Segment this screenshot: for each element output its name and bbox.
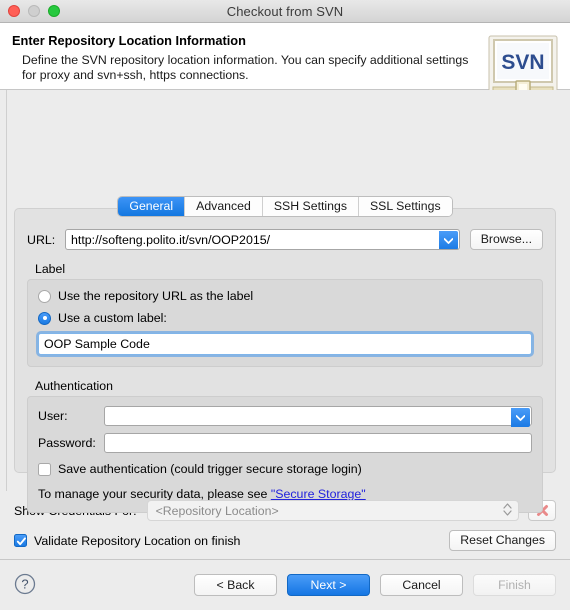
user-label: User: xyxy=(38,409,68,423)
url-label: URL: xyxy=(27,232,56,247)
tab-ssl-settings[interactable]: SSL Settings xyxy=(358,197,452,216)
url-combobox[interactable]: http://softeng.polito.it/svn/OOP2015/ xyxy=(65,229,460,250)
label-group: Label Use the repository URL as the labe… xyxy=(27,262,543,367)
chevron-down-icon[interactable] xyxy=(438,231,458,249)
user-combobox[interactable] xyxy=(104,406,532,427)
user-row: User: xyxy=(38,406,532,427)
save-authentication-row[interactable]: Save authentication (could trigger secur… xyxy=(38,462,532,476)
tab-general[interactable]: General xyxy=(118,197,186,216)
validate-repository-location-label: Validate Repository Location on finish xyxy=(34,533,241,548)
radio-unchecked-icon[interactable] xyxy=(38,289,51,303)
checkout-from-svn-window: Checkout from SVN Enter Repository Locat… xyxy=(0,0,570,610)
password-row: Password: xyxy=(38,433,532,453)
password-label: Password: xyxy=(38,436,96,450)
tab-ssh-settings[interactable]: SSH Settings xyxy=(262,197,359,216)
checkbox-checked-icon[interactable] xyxy=(14,534,27,547)
wizard-nav-buttons: < Back Next > Cancel Finish xyxy=(0,574,556,596)
general-tab-panel: URL: http://softeng.polito.it/svn/OOP201… xyxy=(14,208,556,513)
checkbox-unchecked-icon[interactable] xyxy=(38,462,51,476)
svg-text:SVN: SVN xyxy=(501,51,544,74)
window-controls xyxy=(8,5,60,17)
wizard-header-description: Define the SVN repository location infor… xyxy=(22,53,469,82)
left-divider xyxy=(6,90,7,491)
wizard-header: Enter Repository Location Information De… xyxy=(0,23,570,101)
password-input[interactable] xyxy=(104,433,532,453)
cancel-button[interactable]: Cancel xyxy=(380,574,463,596)
wizard-body: General Advanced SSH Settings SSL Settin… xyxy=(0,90,570,513)
secure-storage-link[interactable]: "Secure Storage" xyxy=(271,487,366,501)
radio-checked-icon[interactable] xyxy=(38,311,51,325)
chevron-down-icon[interactable] xyxy=(511,408,530,427)
validate-row: Validate Repository Location on finish R… xyxy=(14,530,556,551)
custom-label-input[interactable]: OOP Sample Code xyxy=(38,333,532,355)
show-credentials-value: <Repository Location> xyxy=(155,503,279,518)
save-authentication-label: Save authentication (could trigger secur… xyxy=(58,462,362,476)
finish-button: Finish xyxy=(473,574,556,596)
custom-label-value: OOP Sample Code xyxy=(44,337,150,351)
window-titlebar: Checkout from SVN xyxy=(0,0,570,23)
next-button[interactable]: Next > xyxy=(287,574,370,596)
tab-advanced[interactable]: Advanced xyxy=(185,197,263,216)
browse-button[interactable]: Browse... xyxy=(469,229,543,250)
authentication-group: Authentication User: Password: Save auth… xyxy=(27,379,543,513)
reset-changes-button[interactable]: Reset Changes xyxy=(449,530,556,551)
secure-storage-note: To manage your security data, please see… xyxy=(38,487,532,501)
url-value: http://softeng.polito.it/svn/OOP2015/ xyxy=(71,232,271,247)
settings-tabstrip: General Advanced SSH Settings SSL Settin… xyxy=(0,197,570,216)
minimize-window-icon[interactable] xyxy=(28,5,40,17)
window-title: Checkout from SVN xyxy=(226,3,344,19)
radio-use-custom-label-label: Use a custom label: xyxy=(58,311,167,325)
wizard-header-title: Enter Repository Location Information xyxy=(12,33,246,48)
radio-use-repository-url[interactable]: Use the repository URL as the label xyxy=(38,289,532,303)
label-group-title: Label xyxy=(35,262,66,276)
wizard-footer: ? < Back Next > Cancel Finish xyxy=(0,559,570,610)
show-credentials-select[interactable]: <Repository Location> xyxy=(146,500,519,521)
secure-storage-note-text: To manage your security data, please see xyxy=(38,487,271,501)
radio-use-custom-label[interactable]: Use a custom label: xyxy=(38,311,532,325)
url-row: URL: http://softeng.polito.it/svn/OOP201… xyxy=(27,229,543,250)
close-window-icon[interactable] xyxy=(8,5,20,17)
validate-repository-location-row[interactable]: Validate Repository Location on finish xyxy=(14,534,240,548)
stepper-arrows-icon[interactable] xyxy=(503,502,512,519)
zoom-window-icon[interactable] xyxy=(48,5,60,17)
authentication-group-title: Authentication xyxy=(35,379,113,393)
radio-use-repository-url-label: Use the repository URL as the label xyxy=(58,289,254,303)
back-button[interactable]: < Back xyxy=(194,574,277,596)
